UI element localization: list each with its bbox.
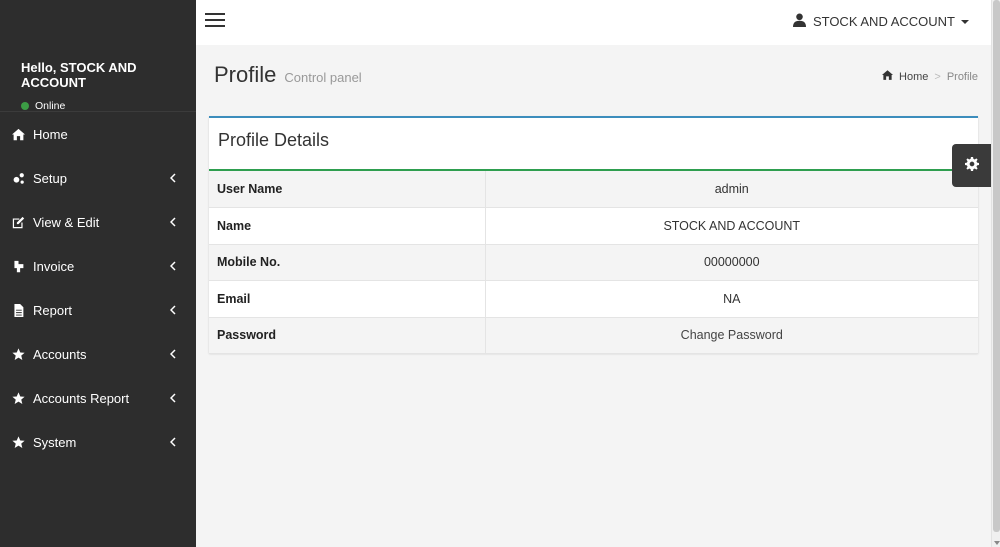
page-title: Profile	[214, 62, 277, 87]
hand-icon	[11, 259, 25, 273]
user-status-label: Online	[35, 100, 66, 112]
row-value: admin	[485, 171, 978, 208]
row-value-cell: Change Password	[485, 317, 978, 354]
breadcrumb: Home > Profile	[882, 70, 978, 83]
box-header: Profile Details	[209, 118, 978, 171]
scrollbar-thumb[interactable]	[993, 0, 1000, 532]
box-title: Profile Details	[218, 130, 330, 150]
sidebar-item-label: Home	[33, 126, 68, 142]
table-row: Password Change Password	[209, 317, 978, 354]
sidebar-item-label: Accounts Report	[33, 390, 130, 406]
settings-tab[interactable]	[952, 144, 991, 187]
user-greeting: Hello, STOCK AND ACCOUNT	[21, 60, 137, 90]
row-label: Mobile No.	[209, 244, 486, 281]
gear-icon	[964, 157, 979, 174]
sidebar: Hello, STOCK AND ACCOUNT Online Home Set…	[0, 0, 196, 547]
file-icon	[11, 303, 25, 317]
row-label: User Name	[209, 171, 486, 208]
change-password-link[interactable]: Change Password	[681, 328, 783, 342]
home-icon	[11, 127, 25, 141]
breadcrumb-home-link[interactable]: Home	[899, 71, 928, 83]
home-icon	[882, 70, 899, 83]
row-label: Name	[209, 207, 486, 245]
row-label: Password	[209, 317, 486, 354]
page-subtitle: Control panel	[284, 70, 362, 85]
chevron-left-icon	[169, 391, 178, 403]
breadcrumb-separator: >	[934, 70, 941, 83]
cogs-icon	[11, 171, 25, 185]
sidebar-item-setup[interactable]: Setup	[0, 156, 196, 200]
sidebar-item-report[interactable]: Report	[0, 288, 196, 332]
user-panel: Hello, STOCK AND ACCOUNT Online	[0, 0, 196, 112]
sidebar-item-home[interactable]: Home	[0, 112, 196, 156]
table-row: Email NA	[209, 280, 978, 318]
chevron-left-icon	[169, 215, 178, 227]
account-name: STOCK AND ACCOUNT	[812, 14, 955, 29]
row-label: Email	[209, 280, 486, 318]
sidebar-item-view-edit[interactable]: View & Edit	[0, 200, 196, 244]
sidebar-item-accounts[interactable]: Accounts	[0, 332, 196, 376]
star-icon	[11, 391, 25, 405]
sidebar-menu: Home Setup View & Edit Invoice Report Ac…	[0, 112, 196, 464]
chevron-left-icon	[169, 435, 178, 447]
sidebar-toggle-hamburger-icon[interactable]	[205, 13, 225, 29]
chevron-left-icon	[169, 303, 178, 315]
page-scrollbar[interactable]	[991, 0, 1000, 547]
account-dropdown[interactable]: STOCK AND ACCOUNT	[792, 13, 969, 30]
breadcrumb-current: Profile	[946, 70, 978, 83]
caret-down-icon	[961, 19, 969, 24]
star-icon	[11, 347, 25, 361]
profile-details-box: Profile Details User Name admin Name STO…	[209, 116, 978, 354]
table-row: Name STOCK AND ACCOUNT	[209, 207, 978, 245]
chevron-left-icon	[169, 259, 178, 271]
table-row: Mobile No. 00000000	[209, 244, 978, 281]
sidebar-item-system[interactable]: System	[0, 420, 196, 464]
user-status: Online	[21, 100, 196, 112]
row-value: 00000000	[485, 244, 978, 281]
sidebar-item-label: Invoice	[33, 258, 75, 274]
table-row: User Name admin	[209, 171, 978, 208]
sidebar-item-invoice[interactable]: Invoice	[0, 244, 196, 288]
scroll-down-arrow-icon[interactable]	[994, 541, 1000, 545]
sidebar-item-label: Accounts	[33, 346, 87, 362]
row-value: NA	[485, 280, 978, 318]
sidebar-item-label: System	[33, 434, 77, 450]
top-navbar: STOCK AND ACCOUNT	[196, 0, 991, 45]
online-status-dot-icon	[21, 102, 29, 110]
profile-table: User Name admin Name STOCK AND ACCOUNT M…	[209, 171, 978, 354]
user-icon	[792, 13, 813, 30]
star-icon	[11, 435, 25, 449]
sidebar-item-accounts-report[interactable]: Accounts Report	[0, 376, 196, 420]
chevron-left-icon	[169, 347, 178, 359]
content-header: Profile Control panel	[214, 62, 362, 88]
edit-icon	[11, 215, 25, 229]
sidebar-item-label: Setup	[33, 170, 67, 186]
sidebar-item-label: Report	[33, 302, 73, 318]
sidebar-item-label: View & Edit	[33, 214, 100, 230]
chevron-left-icon	[169, 171, 178, 183]
row-value: STOCK AND ACCOUNT	[485, 207, 978, 245]
